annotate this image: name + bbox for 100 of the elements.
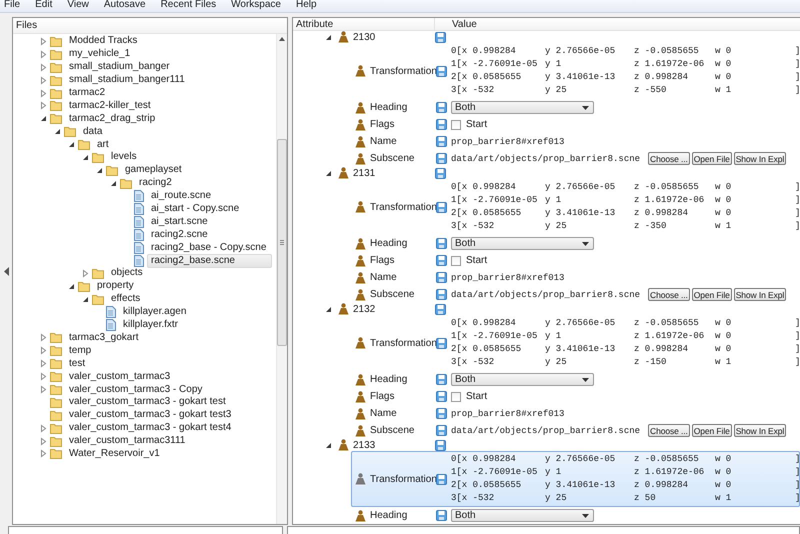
file-button[interactable]: Show In Expl [734, 152, 786, 165]
scrollbar[interactable] [276, 34, 287, 524]
floppy-icon[interactable] [435, 304, 446, 314]
expand-arrow-icon[interactable] [39, 76, 48, 85]
tree-item[interactable]: effects [107, 292, 144, 306]
tree-item[interactable]: my_vehicle_1 [65, 47, 134, 62]
tree-item[interactable]: valer_custom_tarmac3 - gokart test [65, 395, 230, 410]
menu-item[interactable]: Help [296, 0, 317, 9]
expand-arrow-icon[interactable] [39, 333, 48, 342]
collapse-arrow-icon[interactable] [81, 152, 90, 162]
file-button[interactable]: Choose ... [648, 288, 690, 301]
floppy-icon[interactable] [436, 425, 447, 436]
tree-item[interactable]: valer_custom_tarmac3 - Copy [65, 382, 206, 396]
floppy-icon[interactable] [436, 289, 447, 300]
tree-item[interactable]: ai_start - Copy.scne [147, 202, 244, 216]
file-button[interactable]: Open File [692, 288, 732, 301]
floppy-icon[interactable] [435, 32, 446, 42]
tree-item[interactable]: Modded Tracks [65, 34, 142, 48]
floppy-icon[interactable] [436, 408, 447, 419]
tree-item[interactable]: art [93, 138, 113, 152]
tree-item[interactable]: valer_custom_tarmac3 - gokart test3 [65, 408, 236, 422]
tree-item[interactable]: killplayer.fxtr [119, 318, 182, 332]
collapse-panel-icon[interactable] [4, 266, 8, 276]
floppy-icon[interactable] [436, 338, 447, 348]
tree-item[interactable]: temp [65, 344, 96, 358]
checkbox[interactable] [451, 256, 461, 266]
menu-item[interactable]: View [67, 0, 89, 9]
expand-arrow-icon[interactable] [39, 372, 48, 382]
tree-item[interactable]: small_stadium_banger111 [65, 73, 189, 88]
floppy-icon[interactable] [436, 102, 447, 113]
expand-arrow-icon[interactable] [39, 424, 48, 433]
expand-arrow-icon[interactable] [39, 101, 48, 110]
expand-arrow-icon[interactable] [39, 436, 48, 446]
floppy-icon[interactable] [436, 66, 447, 76]
collapse-arrow-icon[interactable] [109, 178, 118, 188]
menu-item[interactable]: Autosave [104, 0, 146, 9]
collapse-arrow-icon[interactable] [325, 442, 332, 448]
floppy-icon[interactable] [435, 168, 446, 178]
tree-item[interactable]: racing2_base - Copy.scne [147, 240, 270, 255]
expand-arrow-icon[interactable] [39, 384, 48, 394]
floppy-icon[interactable] [436, 374, 447, 385]
collapse-arrow-icon[interactable] [95, 166, 104, 175]
expand-arrow-icon[interactable] [39, 62, 48, 72]
expand-arrow-icon[interactable] [39, 50, 48, 59]
tree-item[interactable]: test [65, 356, 90, 371]
menu-item[interactable]: Workspace [231, 0, 281, 9]
floppy-icon[interactable] [436, 474, 447, 484]
menu-item[interactable]: File [4, 0, 20, 9]
menu-item[interactable]: Edit [35, 0, 52, 9]
floppy-icon[interactable] [436, 238, 447, 249]
tree-item[interactable]: racing2.scne [147, 228, 212, 242]
floppy-icon[interactable] [436, 153, 447, 164]
tree-item[interactable]: levels [107, 150, 141, 164]
file-button[interactable]: Show In Expl [734, 288, 786, 301]
floppy-icon[interactable] [436, 119, 447, 130]
expand-arrow-icon[interactable] [81, 268, 90, 278]
tree-item[interactable]: Water_Reservoir_v1 [65, 446, 164, 461]
tree-item[interactable]: racing2 [135, 176, 176, 190]
floppy-icon[interactable] [436, 510, 447, 521]
floppy-icon[interactable] [436, 272, 447, 283]
collapse-arrow-icon[interactable] [67, 140, 76, 150]
tree-item[interactable]: racing2_base.scne [147, 254, 272, 268]
floppy-icon[interactable] [436, 202, 447, 212]
tree-item[interactable]: tarmac2-killer_test [65, 98, 155, 113]
tree-item[interactable]: data [79, 124, 106, 139]
collapse-arrow-icon[interactable] [325, 34, 332, 40]
expand-arrow-icon[interactable] [39, 359, 48, 368]
checkbox[interactable] [451, 120, 461, 130]
file-button[interactable]: Show In Expl [734, 424, 786, 437]
file-button[interactable]: Choose ... [648, 152, 690, 165]
floppy-icon[interactable] [435, 440, 446, 450]
file-button[interactable]: Open File [692, 152, 732, 165]
tree-item[interactable]: valer_custom_tarmac3111 [65, 434, 190, 448]
collapse-arrow-icon[interactable] [67, 282, 76, 291]
expand-arrow-icon[interactable] [39, 346, 48, 356]
tree-item[interactable]: tarmac3_gokart [65, 330, 142, 345]
tree-item[interactable]: objects [107, 266, 147, 280]
checkbox[interactable] [451, 392, 461, 402]
tree-item[interactable]: valer_custom_tarmac3 - gokart test4 [65, 421, 236, 436]
tree-item[interactable]: ai_start.scne [147, 214, 212, 229]
tree-item[interactable]: killplayer.agen [119, 305, 190, 320]
file-button[interactable]: Open File [692, 424, 732, 437]
floppy-icon[interactable] [436, 136, 447, 147]
scroll-up-icon[interactable] [279, 37, 285, 41]
expand-arrow-icon[interactable] [39, 449, 48, 458]
collapse-arrow-icon[interactable] [53, 127, 62, 136]
heading-dropdown[interactable]: Both [451, 373, 594, 386]
heading-dropdown[interactable]: Both [451, 237, 594, 250]
tree-item[interactable]: tarmac2_drag_strip [65, 112, 160, 126]
expand-arrow-icon[interactable] [39, 36, 48, 46]
tree-item[interactable]: tarmac2 [65, 86, 110, 100]
collapse-arrow-icon[interactable] [325, 170, 332, 176]
file-button[interactable]: Choose ... [648, 424, 690, 437]
floppy-icon[interactable] [436, 255, 447, 266]
floppy-icon[interactable] [436, 391, 447, 402]
heading-dropdown[interactable]: Both [451, 509, 594, 522]
tree-item[interactable]: valer_custom_tarmac3 [65, 370, 174, 384]
menu-item[interactable]: Recent Files [160, 0, 216, 9]
expand-arrow-icon[interactable] [39, 88, 48, 98]
tree-item[interactable]: small_stadium_banger [65, 60, 174, 74]
